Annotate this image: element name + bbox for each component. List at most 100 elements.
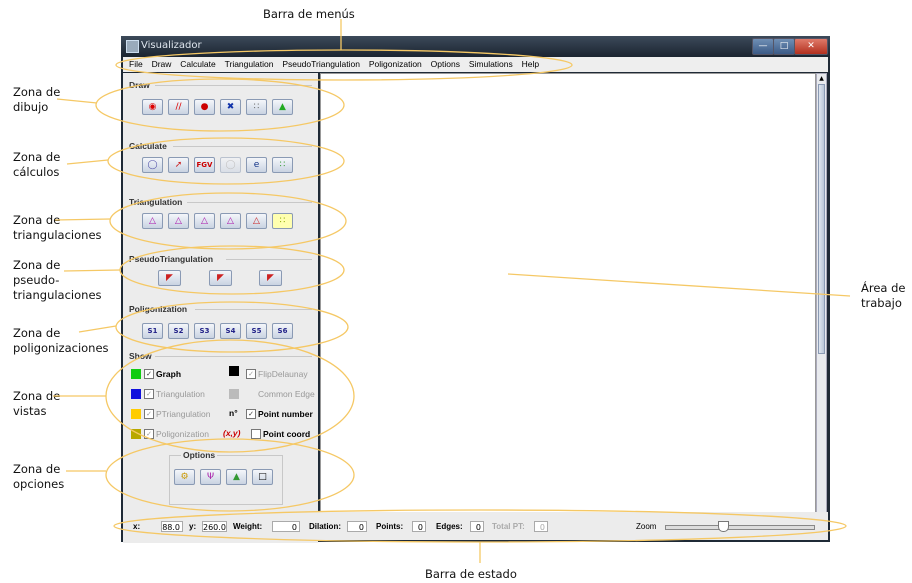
y-label: y:	[189, 522, 197, 531]
pseudotriangle-icon: ◤	[267, 273, 274, 283]
pseudotriangle-icon: ◤	[217, 273, 224, 283]
options-button-3[interactable]: ▲	[226, 469, 247, 485]
edges-field: 0	[470, 521, 484, 532]
x-label: x:	[133, 522, 141, 531]
poly-button-5[interactable]: S5	[246, 323, 267, 339]
window-title: Visualizador	[141, 40, 202, 51]
work-area-canvas[interactable]	[320, 73, 816, 526]
tri-button-4[interactable]: △	[220, 213, 241, 229]
poly-button-4[interactable]: S4	[220, 323, 241, 339]
menu-pseudotriangulation[interactable]: PseudoTriangulation	[282, 57, 360, 72]
menu-triangulation[interactable]: Triangulation	[225, 57, 274, 72]
vertical-scrollbar[interactable]: ▲ ▼	[816, 73, 827, 526]
ptri-button-1[interactable]: ◤	[158, 270, 181, 286]
flipdelaunay-checkbox[interactable]: ✓	[246, 369, 256, 379]
poly-label: S4	[225, 327, 236, 335]
point-coord-label: Point coord	[263, 429, 311, 439]
draw-move-button[interactable]: ✖	[220, 99, 241, 115]
point-coord-checkbox[interactable]	[251, 429, 261, 439]
dots-icon: ∷	[279, 216, 286, 226]
scroll-up-arrow[interactable]: ▲	[817, 74, 826, 83]
dilation-label: Dilation:	[309, 522, 341, 531]
ptri-button-3[interactable]: ◤	[259, 270, 282, 286]
tri-button-6[interactable]: ∷	[272, 213, 293, 229]
draw-segment-button[interactable]: //	[168, 99, 189, 115]
poligonization-label: Poligonization	[156, 429, 209, 439]
maximize-button[interactable]: □	[773, 38, 795, 55]
options-button-4[interactable]: □	[252, 469, 273, 485]
divider	[187, 202, 312, 203]
options-button-2[interactable]: Ψ	[200, 469, 221, 485]
x-field: 88.0	[161, 521, 183, 532]
common-edge-label: Common Edge	[258, 389, 315, 399]
close-button[interactable]: ✕	[794, 38, 828, 55]
draw-points-button[interactable]: ∷	[246, 99, 267, 115]
tri-zone-callout: Zona de triangulaciones	[13, 213, 102, 242]
point-number-checkbox[interactable]: ✓	[246, 409, 256, 419]
title-bar: Visualizador — □ ✕	[121, 36, 830, 57]
triangulation-color-swatch[interactable]	[131, 389, 141, 399]
poly-button-1[interactable]: S1	[142, 323, 163, 339]
divider	[226, 259, 312, 260]
triangulation-label: Triangulation	[156, 389, 205, 399]
calculate-section-title: Calculate	[129, 141, 167, 151]
ptriangulation-color-swatch[interactable]	[131, 409, 141, 419]
draw-polygon-button[interactable]: ▲	[272, 99, 293, 115]
ptriangulation-checkbox[interactable]: ✓	[144, 409, 154, 419]
tri-button-3[interactable]: △	[194, 213, 215, 229]
ptri-zone-callout: Zona de pseudo- triangulaciones	[13, 258, 102, 302]
triangle-icon: △	[149, 216, 156, 226]
weight-label: Weight:	[233, 522, 263, 531]
poligonization-color-swatch[interactable]	[131, 429, 141, 439]
poligonization-checkbox[interactable]: ✓	[144, 429, 154, 439]
options-button-1[interactable]: ⚙	[174, 469, 195, 485]
menu-draw[interactable]: Draw	[152, 57, 172, 72]
draw-random-button[interactable]: ●	[194, 99, 215, 115]
statusbar-callout: Barra de estado	[425, 567, 517, 581]
poly-button-6[interactable]: S6	[272, 323, 293, 339]
menu-poligonization[interactable]: Poligonization	[369, 57, 422, 72]
calc-path-button[interactable]: ➚	[168, 157, 189, 173]
tri-button-1[interactable]: △	[142, 213, 163, 229]
divider	[155, 85, 312, 86]
export-icon: ▲	[233, 472, 240, 482]
graph-checkbox[interactable]: ✓	[144, 369, 154, 379]
poly-label: S2	[173, 327, 184, 335]
menu-simulations[interactable]: Simulations	[469, 57, 513, 72]
ptri-button-2[interactable]: ◤	[209, 270, 232, 286]
point-icon: ◉	[148, 102, 157, 112]
triangulation-checkbox[interactable]: ✓	[144, 389, 154, 399]
triangle-icon: △	[175, 216, 182, 226]
tri-button-2[interactable]: △	[168, 213, 189, 229]
options-section-title: Options	[181, 450, 218, 460]
zoom-slider-thumb[interactable]	[718, 521, 729, 532]
triangle-icon: △	[201, 216, 208, 226]
menu-file[interactable]: File	[129, 57, 143, 72]
graph-color-swatch[interactable]	[131, 369, 141, 379]
draw-section-title: Draw	[129, 80, 150, 90]
calc-circle-button[interactable]: ◯	[142, 157, 163, 173]
poly-label: S6	[277, 327, 288, 335]
poly-button-2[interactable]: S2	[168, 323, 189, 339]
common-edge-color-swatch[interactable]	[229, 389, 239, 399]
menu-options[interactable]: Options	[431, 57, 460, 72]
zoom-slider-track[interactable]	[665, 525, 815, 530]
poly-label: S3	[199, 327, 210, 335]
menu-calculate[interactable]: Calculate	[180, 57, 215, 72]
scroll-thumb[interactable]	[818, 84, 825, 354]
minimize-button[interactable]: —	[752, 38, 774, 55]
triangle-icon: △	[253, 216, 260, 226]
calc-fgv-button[interactable]: FGV	[194, 157, 215, 173]
draw-point-button[interactable]: ◉	[142, 99, 163, 115]
calc-scatter-button[interactable]: ∷	[272, 157, 293, 173]
status-bar: x: 88.0 y: 260.0 Weight: 0 Dilation: 0 P…	[123, 512, 828, 540]
app-window: Visualizador — □ ✕ File Draw Calculate T…	[121, 36, 830, 543]
menu-help[interactable]: Help	[522, 57, 539, 72]
calc-disabled-button[interactable]: ◯	[220, 157, 241, 173]
calc-e-button[interactable]: e	[246, 157, 267, 173]
flipdelaunay-color-swatch[interactable]	[229, 366, 239, 376]
app-icon	[126, 40, 139, 53]
poly-button-3[interactable]: S3	[194, 323, 215, 339]
tri-button-5[interactable]: △	[246, 213, 267, 229]
edges-label: Edges:	[436, 522, 463, 531]
